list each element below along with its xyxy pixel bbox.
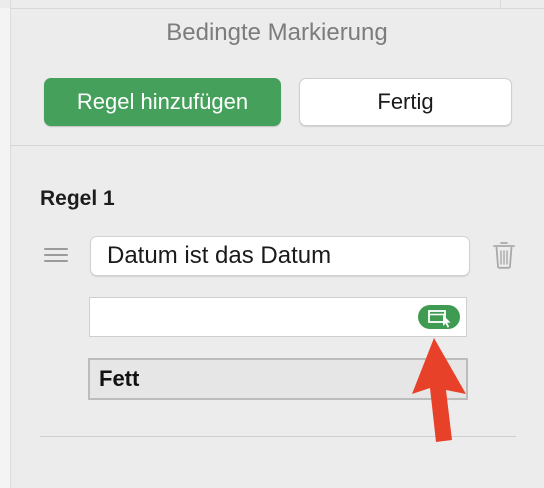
text-style-selector[interactable]: Fett: [88, 358, 468, 400]
done-button[interactable]: Fertig: [299, 78, 512, 126]
date-picker-glyph: [428, 310, 451, 328]
drag-handle-line: [44, 254, 68, 256]
trash-icon[interactable]: [493, 241, 515, 269]
drag-handle-icon[interactable]: [44, 248, 68, 264]
condition-popup[interactable]: Datum ist das Datum: [90, 236, 470, 276]
rule-divider: [40, 436, 516, 437]
strip-notch: [0, 0, 10, 8]
trash-icon-svg: [493, 242, 515, 269]
drag-handle-line: [44, 260, 68, 262]
date-value-field[interactable]: [89, 297, 467, 337]
top-border-line: [10, 8, 544, 9]
left-edge-strip: [0, 0, 11, 488]
add-rule-button[interactable]: Regel hinzufügen: [44, 78, 281, 126]
panel-title: Bedingte Markierung: [166, 19, 388, 46]
text-style-label: Fett: [99, 366, 140, 391]
top-border-tick: [500, 0, 501, 8]
condition-label: Datum ist das Datum: [107, 242, 332, 269]
rule-heading: Regel 1: [40, 187, 115, 210]
drag-handle-line: [44, 248, 68, 250]
date-picker-icon[interactable]: [418, 305, 460, 329]
header-divider: [10, 145, 544, 146]
